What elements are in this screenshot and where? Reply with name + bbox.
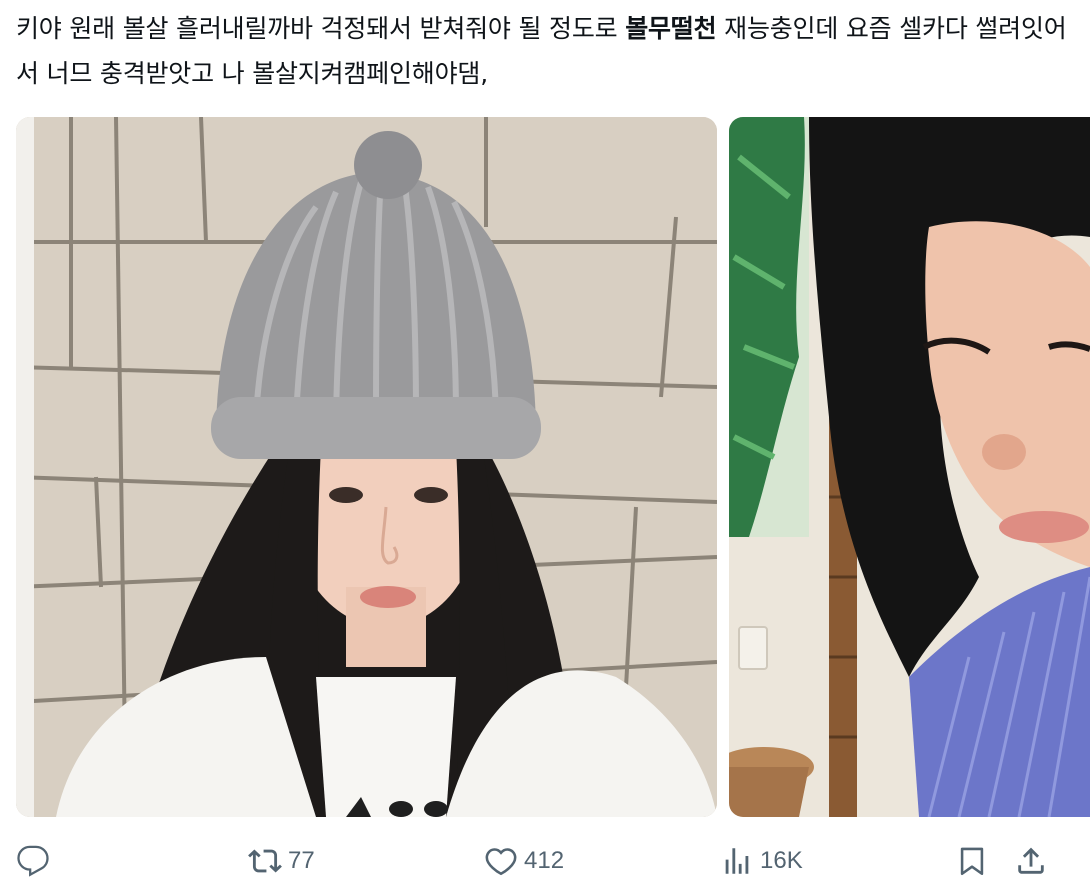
retweet-count: 77: [288, 847, 315, 874]
media-carousel: [16, 117, 1090, 817]
views-button[interactable]: 16K: [720, 838, 803, 884]
bookmark-icon: [960, 847, 984, 876]
like-button[interactable]: 412: [484, 838, 564, 884]
share-icon: [1018, 847, 1044, 874]
photo-beanie-portrait[interactable]: [16, 117, 717, 817]
photo-side-profile[interactable]: [729, 117, 1090, 817]
photo-side-profile-image: [729, 117, 1090, 817]
heart-icon: [485, 848, 517, 876]
tweet-detail: 키야 원래 볼살 흘러내릴까바 걱정돼서 받쳐줘야 될 정도로 볼무떨천 재능충…: [0, 0, 1090, 884]
views-icon: [725, 848, 749, 874]
reply-icon: [17, 845, 49, 877]
reply-button[interactable]: [16, 838, 50, 884]
retweet-button[interactable]: 77: [248, 838, 315, 884]
views-count: 16K: [760, 847, 803, 874]
like-count: 412: [524, 847, 565, 874]
bookmark-button[interactable]: [955, 838, 989, 884]
share-button[interactable]: [1014, 838, 1048, 884]
tweet-text: 키야 원래 볼살 흘러내릴까바 걱정돼서 받쳐줘야 될 정도로 볼무떨천 재능충…: [16, 6, 1076, 96]
tweet-text-before: 키야 원래 볼살 흘러내릴까바 걱정돼서 받쳐줘야 될 정도로: [16, 14, 626, 43]
photo-beanie-portrait-image: [16, 117, 717, 817]
retweet-icon: [248, 849, 282, 873]
tweet-text-bold: 볼무떨천: [625, 14, 717, 43]
tweet-action-bar: 77 412 16K: [0, 838, 1090, 884]
